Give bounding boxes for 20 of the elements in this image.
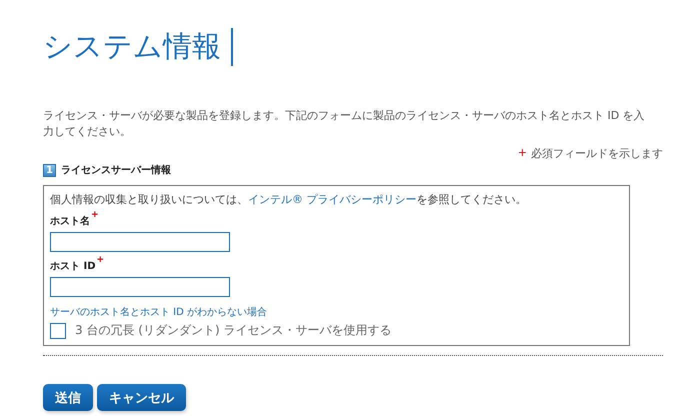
cancel-button[interactable]: キャンセル	[97, 384, 186, 411]
required-note: 必須フィールドを示します	[531, 146, 663, 161]
required-mark: +	[518, 146, 527, 161]
checkbox-label: 3 台の冗長 (リダンダント) ライセンス・サーバを使用する	[75, 322, 392, 339]
section-title: ライセンスサーバー情報	[61, 164, 171, 177]
field-label: ホスト ID	[50, 260, 96, 273]
input-field[interactable]	[50, 232, 230, 252]
field-label: ホスト名	[50, 214, 90, 228]
description-text: ライセンス・サーバが必要な製品を登録します。下記のフォームに製品のライセンス・サーバのホスト名とホスト ID を入力してください。	[43, 108, 646, 140]
required-mark: +	[91, 210, 99, 222]
title-divider	[231, 28, 233, 66]
submit-button[interactable]: 送信	[43, 384, 93, 411]
required-mark: +	[96, 255, 104, 267]
step-number-badge: 1	[43, 164, 56, 176]
page-title: システム情報	[43, 28, 221, 65]
checkbox[interactable]	[50, 322, 66, 338]
help-link[interactable]: サーバのホスト名とホスト ID がわからない場合	[50, 305, 623, 319]
input-field[interactable]	[50, 277, 230, 297]
privacy-link[interactable]: インテル® プライバシーポリシー	[248, 193, 416, 206]
privacy-text: 個人情報の収集と取り扱いについては、インテル® プライバシーポリシーを参照してください。	[50, 192, 528, 207]
